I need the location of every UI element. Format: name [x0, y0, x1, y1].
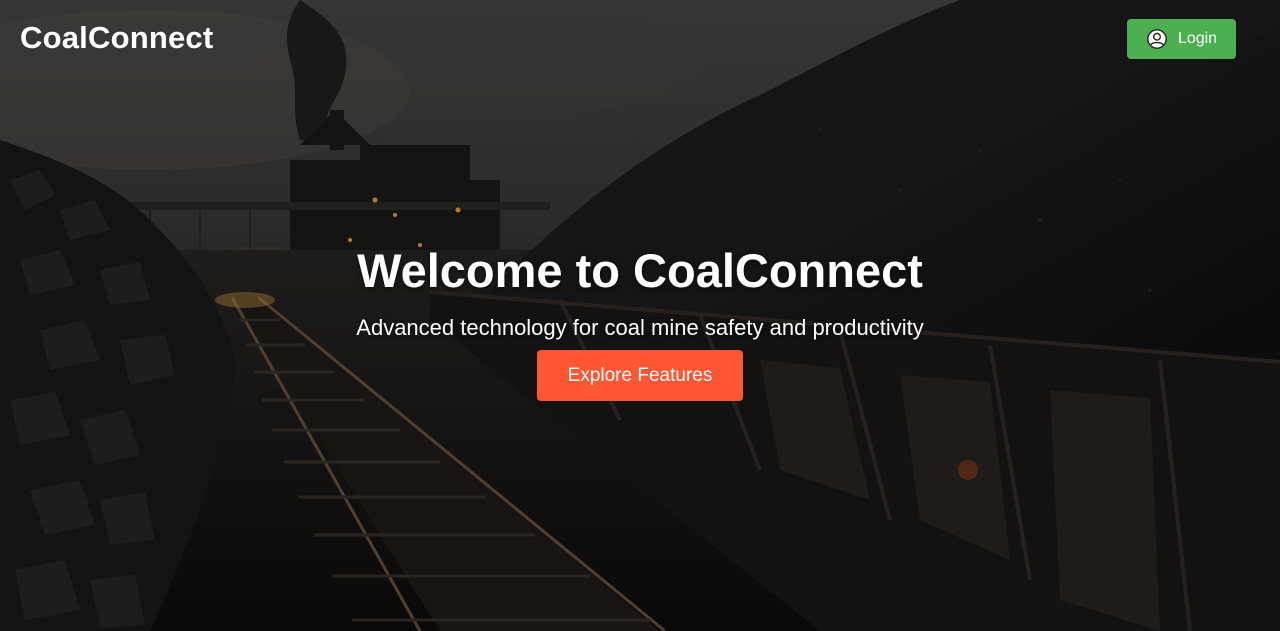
hero-section: CoalConnect Login Welcome to CoalConnect…: [0, 0, 1280, 631]
hero-subtitle: Advanced technology for coal mine safety…: [356, 315, 924, 340]
hero-content: Welcome to CoalConnect Advanced technolo…: [0, 240, 1280, 401]
brand-logo[interactable]: CoalConnect: [20, 20, 213, 56]
login-button[interactable]: Login: [1127, 19, 1236, 59]
hero-title: Welcome to CoalConnect: [357, 244, 923, 297]
explore-features-button[interactable]: Explore Features: [537, 350, 743, 401]
login-label: Login: [1177, 30, 1218, 47]
user-circle-icon: [1146, 28, 1168, 50]
